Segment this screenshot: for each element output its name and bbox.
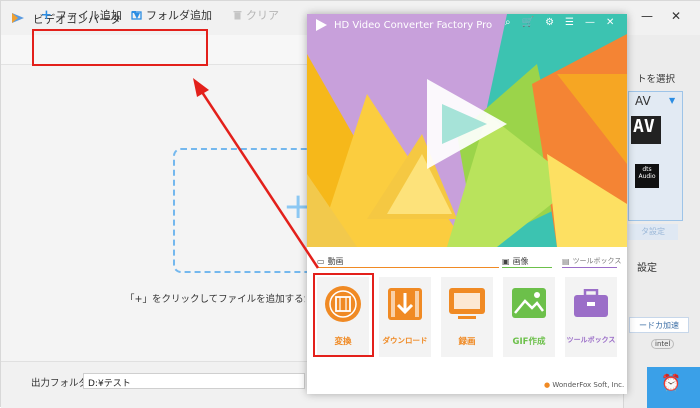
section-image-line [502,267,552,268]
launcher-title: HD Video Converter Factory Pro [334,20,493,31]
tile-toolbox[interactable] [565,277,617,357]
search-icon[interactable]: ⌕ [505,17,511,28]
section-video-label: 動画 [327,257,344,266]
image-section-icon: ▣ [502,257,510,266]
section-image-label: 画像 [512,257,529,266]
section-video-line [317,267,499,268]
intel-badge: intel [651,339,675,349]
parameter-settings-button[interactable]: タ設定 [628,224,678,240]
download-icon [388,288,422,320]
launcher-footer: ● WonderFox Soft, Inc. [544,381,624,389]
toolbox-section-icon: ▤ [562,256,570,266]
toolbar-highlight-box [32,29,208,66]
format-selector[interactable] [628,91,683,221]
chevron-down-icon[interactable]: ▼ [669,96,675,105]
convert-highlight-box [313,273,374,357]
add-folder-label: フォルダ追加 [146,9,212,22]
section-toolbox-label: ツールボックス [572,257,622,265]
launcher-banner-art [307,14,627,247]
format-av-icon: AV [631,116,661,144]
alarm-clock-icon: ⏰ [661,373,681,392]
launcher-logo-icon [316,19,327,31]
clear-label: クリア [246,9,279,22]
launcher-footer-text: WonderFox Soft, Inc. [552,381,625,389]
screen-record-icon [449,288,485,319]
settings-label: 設定 [637,263,657,274]
gear-icon[interactable]: ⚙ [545,17,554,28]
format-value: AV [635,94,651,108]
app-logo-icon [12,13,24,23]
video-section-icon: ▭ [317,257,325,266]
tile-gif-label: GIF作成 [512,337,546,347]
plus-icon: + [41,7,52,23]
section-toolbox-line [562,267,617,268]
hardware-acceleration-toggle[interactable]: ードカ加速 [629,317,689,333]
gif-image-icon [512,288,546,318]
tile-record-label: 録画 [458,337,476,347]
cart-icon[interactable]: 🛒 [522,17,534,28]
section-toolbox: ▤ ツールボックス [562,256,621,266]
close-icon[interactable]: ✕ [671,9,681,23]
dts-audio-icon: dts Audio [635,164,659,188]
format-select-label: トを選択 [637,74,676,85]
section-image: ▣ 画像 [502,256,529,267]
tile-toolbox-label: ツールボックス [566,336,616,344]
section-video: ▭ 動画 [317,256,344,267]
minimize-icon[interactable]: — [585,17,595,28]
toolbox-icon [574,289,608,317]
launcher-window-controls: ⌕ 🛒 ⚙ ☰ — ✕ [505,17,614,28]
add-file-label: ファイル追加 [55,9,122,22]
wonderfox-logo-icon: ● [544,381,551,389]
close-icon[interactable]: ✕ [606,17,614,28]
minimize-icon[interactable]: — [641,9,653,23]
main-window-controls: — ✕ [641,9,681,23]
output-folder-field[interactable]: D:¥テスト [83,373,305,389]
add-file-button[interactable]: + ファイル追加 ▼ [41,7,140,23]
trash-icon [233,11,242,20]
tile-download-label: ダウンロード [382,336,428,345]
drop-hint-text: 「+」をクリックしてファイルを追加するか、ま [125,294,305,305]
list-icon[interactable]: ☰ [565,17,574,28]
add-folder-button[interactable]: フォルダ追加 [131,7,212,23]
clear-button[interactable]: クリア [233,7,279,23]
folder-icon [131,11,142,20]
